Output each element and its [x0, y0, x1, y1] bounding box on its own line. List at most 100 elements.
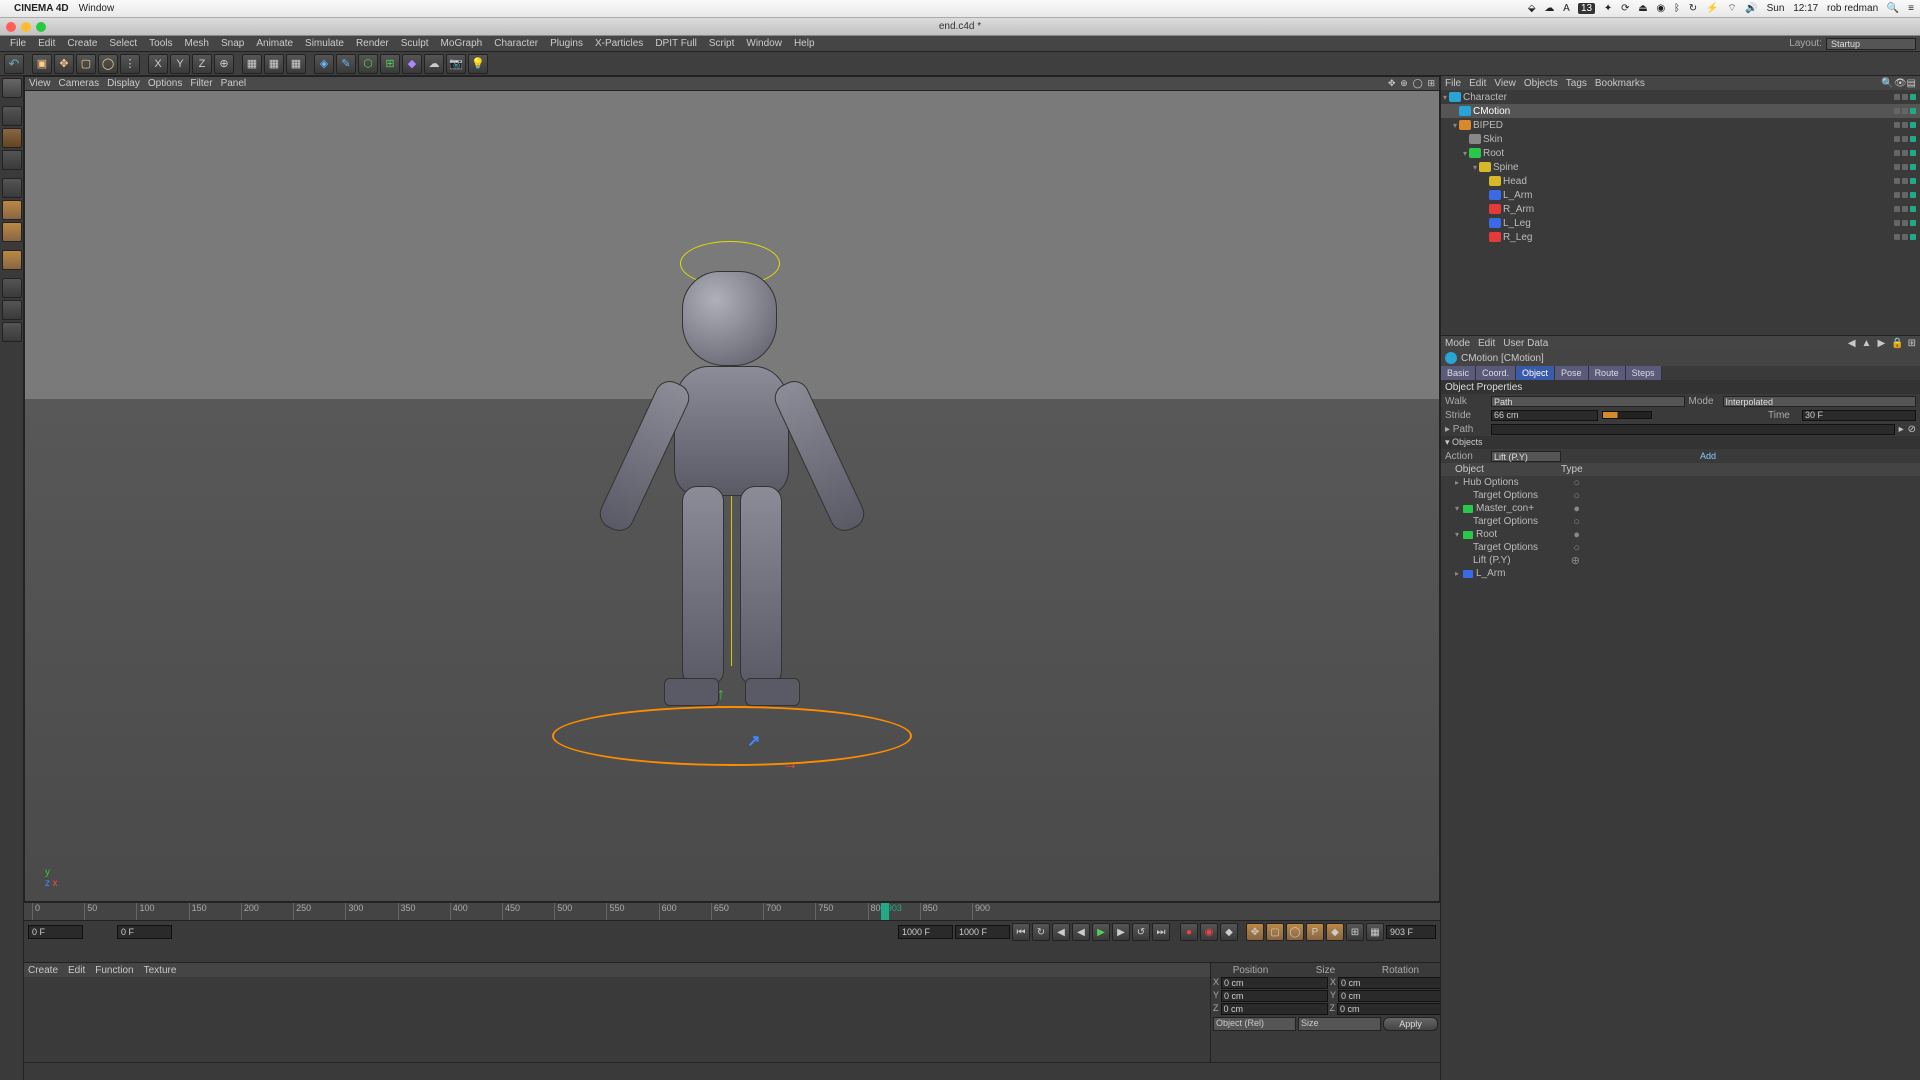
key-rot-button[interactable]: ◯ — [1286, 923, 1304, 941]
adobe-icon[interactable]: A — [1563, 3, 1569, 14]
enable-checkbox[interactable] — [1910, 94, 1916, 100]
key-scale-button[interactable]: ▢ — [1266, 923, 1284, 941]
vp-menu-cameras[interactable]: Cameras — [59, 78, 100, 89]
om-menu-tags[interactable]: Tags — [1566, 78, 1587, 89]
timeline-play[interactable]: ▶ — [1092, 923, 1110, 941]
mode-dropdown[interactable]: Interpolated — [1723, 396, 1917, 407]
mat-menu-edit[interactable]: Edit — [68, 965, 85, 976]
action-dropdown[interactable]: Lift (P.Y) — [1491, 451, 1561, 462]
menu-sculpt[interactable]: Sculpt — [395, 38, 435, 49]
editor-visibility-dot[interactable] — [1894, 136, 1900, 142]
enable-checkbox[interactable] — [1910, 220, 1916, 226]
volume-icon[interactable]: 🔊 — [1745, 3, 1757, 14]
menu-create[interactable]: Create — [61, 38, 103, 49]
object-name[interactable]: BIPED — [1473, 120, 1523, 131]
om-menu-bookmarks[interactable]: Bookmarks — [1595, 78, 1645, 89]
timeline-opts2[interactable]: ▦ — [1366, 923, 1384, 941]
render-settings[interactable]: ▦ — [286, 54, 306, 74]
render-visibility-dot[interactable] — [1902, 94, 1908, 100]
spotlight-icon[interactable]: 🔍 — [1887, 3, 1899, 14]
am-new-icon[interactable]: ⊞ — [1908, 338, 1916, 349]
coord-size-input[interactable] — [1338, 977, 1445, 989]
enable-checkbox[interactable] — [1910, 122, 1916, 128]
enable-checkbox[interactable] — [1910, 234, 1916, 240]
menu-mograph[interactable]: MoGraph — [435, 38, 489, 49]
display-icon[interactable]: ◉ — [1656, 3, 1665, 14]
axis-z-lock[interactable]: Z — [192, 54, 212, 74]
editor-visibility-dot[interactable] — [1894, 122, 1900, 128]
move-gizmo[interactable]: ↑ → ↗ — [692, 726, 842, 806]
am-object-row[interactable]: ▸Hub Options○ — [1441, 476, 1920, 489]
object-name[interactable]: Head — [1503, 176, 1553, 187]
om-menu-edit[interactable]: Edit — [1469, 78, 1486, 89]
editor-visibility-dot[interactable] — [1894, 234, 1900, 240]
object-name[interactable]: L_Arm — [1503, 190, 1553, 201]
am-object-row[interactable]: Target Options○ — [1441, 541, 1920, 554]
walk-dropdown[interactable]: Path — [1491, 396, 1685, 407]
editor-visibility-dot[interactable] — [1894, 164, 1900, 170]
sync-icon[interactable]: ⟳ — [1621, 3, 1629, 14]
mat-menu-texture[interactable]: Texture — [144, 965, 177, 976]
am-tab-steps[interactable]: Steps — [1626, 366, 1662, 380]
timeline-goto-end[interactable]: ⏭ — [1152, 923, 1170, 941]
am-menu-userdata[interactable]: User Data — [1503, 338, 1548, 349]
texture-mode[interactable] — [2, 128, 22, 148]
coord-mode-select[interactable]: Object (Rel) — [1213, 1017, 1296, 1031]
timeline-step-back[interactable]: ↻ — [1032, 923, 1050, 941]
object-tree-row[interactable]: CMotion — [1441, 104, 1920, 118]
am-object-row[interactable]: Target Options○ — [1441, 515, 1920, 528]
object-name[interactable]: R_Arm — [1503, 204, 1553, 215]
battery-icon[interactable]: ⚡ — [1706, 3, 1718, 14]
menu-window[interactable]: Window — [740, 38, 788, 49]
path-picker-icon[interactable]: ▸ — [1899, 424, 1904, 435]
object-tree-row[interactable]: ▾Spine — [1441, 160, 1920, 174]
menu-dpit[interactable]: DPIT Full — [649, 38, 703, 49]
mac-time[interactable]: 12:17 — [1793, 3, 1818, 14]
rotate-tool[interactable]: ◯ — [98, 54, 118, 74]
menu-render[interactable]: Render — [350, 38, 395, 49]
enable-checkbox[interactable] — [1910, 192, 1916, 198]
enable-checkbox[interactable] — [1910, 164, 1916, 170]
menu-edit[interactable]: Edit — [32, 38, 61, 49]
object-tree-row[interactable]: L_Arm — [1441, 188, 1920, 202]
array-tool[interactable]: ⊞ — [380, 54, 400, 74]
timeline-step-fwd[interactable]: ↺ — [1132, 923, 1150, 941]
menu-xparticles[interactable]: X-Particles — [589, 38, 649, 49]
am-object-row[interactable]: ▾Root● — [1441, 528, 1920, 541]
am-menu-mode[interactable]: Mode — [1445, 338, 1470, 349]
editor-visibility-dot[interactable] — [1894, 192, 1900, 198]
object-name[interactable]: R_Leg — [1503, 232, 1553, 243]
select-tool[interactable]: ▣ — [32, 54, 52, 74]
timeline-current-field[interactable] — [117, 925, 172, 939]
am-nav-fwd-icon[interactable]: ▶ — [1877, 338, 1885, 349]
am-tab-route[interactable]: Route — [1589, 366, 1626, 380]
path-field[interactable] — [1491, 424, 1895, 435]
move-tool[interactable]: ✥ — [54, 54, 74, 74]
menu-simulate[interactable]: Simulate — [299, 38, 350, 49]
environment-tool[interactable]: ☁ — [424, 54, 444, 74]
poly-mode[interactable] — [2, 222, 22, 242]
am-tree-expander-icon[interactable]: ▾ — [1455, 504, 1463, 513]
coord-system[interactable]: ⊕ — [214, 54, 234, 74]
tree-expander-icon[interactable]: ▾ — [1471, 163, 1479, 172]
vp-menu-filter[interactable]: Filter — [190, 78, 212, 89]
vp-menu-panel[interactable]: Panel — [221, 78, 247, 89]
object-tree-row[interactable]: ▾BIPED — [1441, 118, 1920, 132]
minimize-window-button[interactable] — [21, 22, 31, 32]
nurbs-tool[interactable]: ⬡ — [358, 54, 378, 74]
menu-plugins[interactable]: Plugins — [544, 38, 589, 49]
axis-y-lock[interactable]: Y — [170, 54, 190, 74]
record-button[interactable]: ● — [1180, 923, 1198, 941]
object-tree[interactable]: ▾CharacterCMotion▾BIPEDSkin▾Root▾SpineHe… — [1441, 90, 1920, 335]
light-tool[interactable]: 💡 — [468, 54, 488, 74]
render-visibility-dot[interactable] — [1902, 136, 1908, 142]
mac-menu-window[interactable]: Window — [79, 3, 115, 14]
am-tab-basic[interactable]: Basic — [1441, 366, 1476, 380]
scale-tool[interactable]: ▢ — [76, 54, 96, 74]
primitive-cube[interactable]: ◈ — [314, 54, 334, 74]
deformer-tool[interactable]: ◆ — [402, 54, 422, 74]
coord-pos-input[interactable] — [1221, 1003, 1328, 1015]
key-param-button[interactable]: P — [1306, 923, 1324, 941]
timeline-far-field[interactable] — [1386, 925, 1436, 939]
menu-file[interactable]: File — [4, 38, 32, 49]
